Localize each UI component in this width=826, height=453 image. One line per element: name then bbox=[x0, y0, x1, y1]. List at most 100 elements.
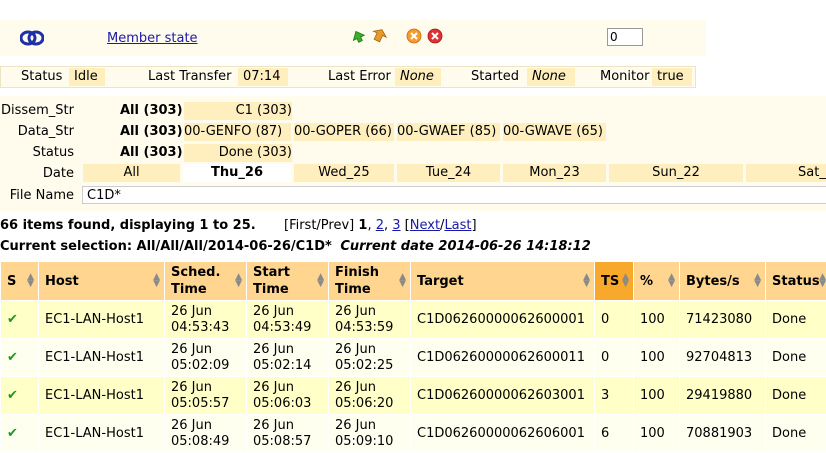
finish-cell: 26 Jun 05:09:10 bbox=[328, 414, 411, 453]
pager-last[interactable]: Last bbox=[444, 218, 471, 233]
col-s[interactable]: S ▲ ▼ bbox=[0, 261, 39, 301]
red-x-icon[interactable] bbox=[427, 28, 443, 44]
member-state-link[interactable]: Member state bbox=[107, 31, 198, 46]
status-all-option[interactable]: All (303) bbox=[120, 145, 183, 160]
sort-icon: ▲ ▼ bbox=[235, 272, 242, 289]
percent-cell: 100 bbox=[633, 376, 680, 415]
dissem-str-label: Dissem_Str bbox=[0, 103, 74, 118]
started-label: Started bbox=[471, 69, 520, 84]
col-bytes-per-sec[interactable]: Bytes/s ▲ ▼ bbox=[679, 261, 766, 301]
col-start-time[interactable]: Start Time ▲ ▼ bbox=[246, 261, 329, 301]
data-str-label: Data_Str bbox=[17, 124, 74, 139]
ts-cell: 6 bbox=[594, 414, 634, 453]
target-cell[interactable]: C1D06260000062606001 bbox=[410, 414, 595, 453]
started-value: None bbox=[527, 68, 575, 86]
check-icon: ✔ bbox=[7, 311, 18, 327]
date-option-sun[interactable]: Sun_22 bbox=[609, 164, 743, 182]
date-option-mon[interactable]: Mon_23 bbox=[503, 164, 606, 182]
ts-cell: 0 bbox=[594, 300, 634, 339]
col-host[interactable]: Host ▲ ▼ bbox=[38, 261, 165, 301]
sort-icon: ▲ ▼ bbox=[317, 272, 324, 289]
table-row[interactable]: ✔ EC1-LAN-Host1 26 Jun 04:53:43 26 Jun 04:… bbox=[0, 300, 826, 339]
finish-cell: 26 Jun 05:02:25 bbox=[328, 338, 411, 377]
orange-x-icon[interactable] bbox=[406, 28, 422, 44]
monitor-value: true bbox=[652, 68, 692, 86]
col-status[interactable]: Status ▲ ▼ bbox=[765, 261, 826, 301]
target-cell[interactable]: C1D06260000062603001 bbox=[410, 376, 595, 415]
date-option-thu[interactable]: Thu_26 bbox=[183, 164, 291, 182]
date-option-tue[interactable]: Tue_24 bbox=[397, 164, 500, 182]
host-cell: EC1-LAN-Host1 bbox=[38, 414, 165, 453]
start-cell: 26 Jun 05:06:03 bbox=[246, 376, 329, 415]
host-cell: EC1-LAN-Host1 bbox=[38, 376, 165, 415]
data-all-option[interactable]: All (303) bbox=[120, 124, 183, 139]
sched-cell: 26 Jun 05:05:57 bbox=[164, 376, 247, 415]
col-ts[interactable]: TS ▲ ▼ bbox=[594, 261, 634, 301]
table-row[interactable]: ✔ EC1-LAN-Host1 26 Jun 05:02:09 26 Jun 05:… bbox=[0, 338, 826, 377]
table-header-row: S ▲ ▼ Host ▲ ▼ Sched. Time ▲ ▼ Start Time ▲ ▼ Fi… bbox=[0, 261, 826, 301]
sort-icon: ▲ ▼ bbox=[754, 272, 761, 289]
date-option-all[interactable]: All bbox=[83, 164, 180, 182]
table-row[interactable]: ✔ EC1-LAN-Host1 26 Jun 05:05:57 26 Jun 05:… bbox=[0, 376, 826, 415]
last-error-value: None bbox=[395, 68, 441, 86]
status-cell: Done bbox=[765, 338, 826, 377]
date-filter-label: Date bbox=[42, 166, 74, 181]
col-sched-time[interactable]: Sched. Time ▲ ▼ bbox=[164, 261, 247, 301]
data-option-goper[interactable]: 00-GOPER (66) bbox=[294, 123, 394, 141]
col-target[interactable]: Target ▲ ▼ bbox=[410, 261, 595, 301]
check-icon: ✔ bbox=[7, 425, 18, 441]
status-value: Idle bbox=[69, 68, 105, 86]
orange-arrow-icon[interactable] bbox=[370, 28, 390, 44]
green-arrow-icon[interactable] bbox=[350, 28, 366, 44]
start-cell: 26 Jun 04:53:49 bbox=[246, 300, 329, 339]
last-transfer-label: Last Transfer bbox=[148, 69, 232, 84]
transfers-table: S ▲ ▼ Host ▲ ▼ Sched. Time ▲ ▼ Start Time ▲ ▼ Fi… bbox=[0, 261, 826, 453]
date-option-wed[interactable]: Wed_25 bbox=[294, 164, 394, 182]
file-name-input[interactable] bbox=[82, 186, 826, 204]
col-percent[interactable]: % ▲ ▼ bbox=[633, 261, 680, 301]
status-filter-label: Status bbox=[32, 145, 74, 160]
last-transfer-value: 07:14 bbox=[238, 68, 288, 86]
status-label: Status bbox=[21, 69, 63, 84]
table-row[interactable]: ✔ EC1-LAN-Host1 26 Jun 05:08:49 26 Jun 05:… bbox=[0, 414, 826, 453]
sort-icon: ▲ ▼ bbox=[153, 272, 160, 289]
bytes-cell: 92704813 bbox=[679, 338, 766, 377]
status-option-done[interactable]: Done (303) bbox=[184, 144, 292, 162]
dissem-option-c1[interactable]: C1 (303) bbox=[184, 102, 292, 120]
host-cell: EC1-LAN-Host1 bbox=[38, 338, 165, 377]
monitor-label: Monitor bbox=[600, 69, 650, 84]
sched-cell: 26 Jun 05:08:49 bbox=[164, 414, 247, 453]
dissem-all-option[interactable]: All (303) bbox=[120, 103, 183, 118]
status-cell: Done bbox=[765, 414, 826, 453]
bytes-cell: 70881903 bbox=[679, 414, 766, 453]
data-option-gwave[interactable]: 00-GWAVE (65) bbox=[503, 123, 606, 141]
target-cell[interactable]: C1D06260000062600001 bbox=[410, 300, 595, 339]
pager: [First/Prev] 1, 2, 3 [Next/Last] bbox=[284, 218, 477, 233]
file-name-label: File Name bbox=[9, 188, 74, 203]
target-cell[interactable]: C1D06260000062600011 bbox=[410, 338, 595, 377]
sort-icon: ▲ ▼ bbox=[583, 272, 590, 289]
status-cell: Done bbox=[765, 300, 826, 339]
check-icon: ✔ bbox=[7, 349, 18, 365]
finish-cell: 26 Jun 04:53:59 bbox=[328, 300, 411, 339]
pager-page-2[interactable]: 2 bbox=[376, 218, 384, 233]
sort-icon: ▲ ▼ bbox=[399, 272, 406, 289]
sched-cell: 26 Jun 05:02:09 bbox=[164, 338, 247, 377]
pager-next[interactable]: Next bbox=[410, 218, 440, 233]
pager-page-3[interactable]: 3 bbox=[392, 218, 400, 233]
date-option-sat[interactable]: Sat_ bbox=[746, 164, 826, 182]
percent-cell: 100 bbox=[633, 300, 680, 339]
ts-cell: 3 bbox=[594, 376, 634, 415]
col-finish-time[interactable]: Finish Time ▲ ▼ bbox=[328, 261, 411, 301]
data-option-gwaef[interactable]: 00-GWAEF (85) bbox=[397, 123, 500, 141]
data-option-genfo[interactable]: 00-GENFO (87) bbox=[184, 123, 291, 141]
last-error-label: Last Error bbox=[328, 69, 391, 84]
pager-current-page: 1 bbox=[358, 218, 368, 233]
sort-icon: ▲ ▼ bbox=[27, 272, 34, 289]
bytes-cell: 29419880 bbox=[679, 376, 766, 415]
count-input[interactable] bbox=[607, 28, 643, 46]
sched-cell: 26 Jun 04:53:43 bbox=[164, 300, 247, 339]
ecmwf-logo-icon bbox=[20, 30, 44, 46]
ts-cell: 0 bbox=[594, 338, 634, 377]
sort-icon: ▲ ▼ bbox=[668, 272, 675, 289]
